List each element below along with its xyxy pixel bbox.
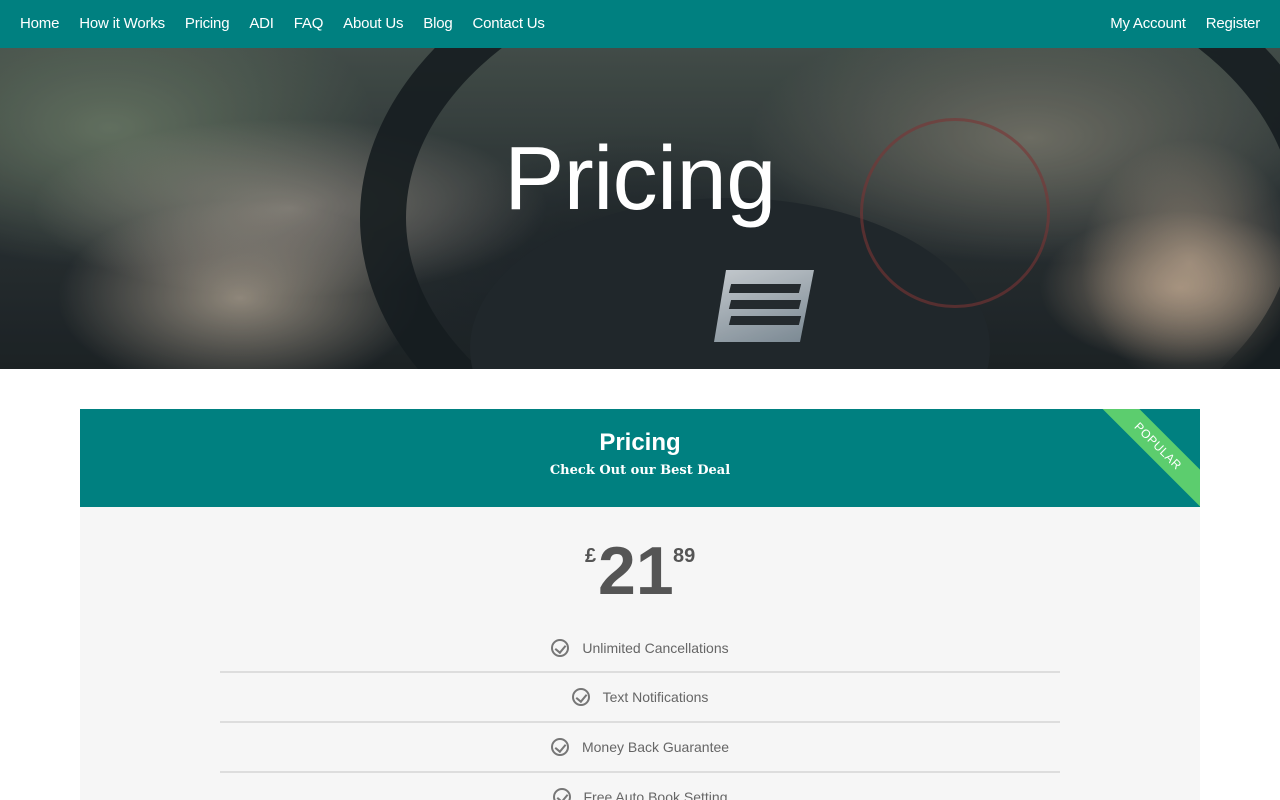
nav-adi-link[interactable]: ADI [249, 0, 274, 48]
feature-item: Free Auto Book Setting [220, 773, 1060, 800]
check-circle-icon [550, 738, 569, 756]
price-currency: £ [585, 545, 597, 567]
register-link[interactable]: Register [1206, 0, 1260, 48]
nav-blog-link[interactable]: Blog [423, 0, 452, 48]
hero-banner: Pricing [0, 48, 1280, 369]
price-display: £ 21 89 [80, 507, 1200, 617]
feature-label: Money Back Guarantee [581, 739, 730, 755]
nav-pricing-link[interactable]: Pricing [185, 0, 230, 48]
my-account-link[interactable]: My Account [1110, 0, 1186, 48]
pricing-card-subtitle: Check Out our Best Deal [549, 463, 731, 478]
main-nav: Home How it Works Pricing ADI FAQ About … [20, 0, 565, 48]
nav-contact-us-link[interactable]: Contact Us [473, 0, 545, 48]
pricing-card: Pricing Check Out our Best Deal POPULAR … [80, 409, 1200, 800]
nav-faq-link[interactable]: FAQ [294, 0, 324, 48]
feature-label: Free Auto Book Setting [583, 789, 728, 800]
check-circle-icon [552, 788, 571, 800]
check-circle-icon [551, 639, 570, 657]
top-navbar: Home How it Works Pricing ADI FAQ About … [0, 0, 1280, 48]
feature-label: Text Notifications [602, 689, 709, 705]
price-cents: 89 [673, 545, 696, 567]
nav-home-link[interactable]: Home [20, 0, 59, 48]
feature-item: Text Notifications [220, 673, 1060, 723]
feature-list: Unlimited Cancellations Text Notificatio… [220, 625, 1060, 800]
pricing-card-header: Pricing Check Out our Best Deal POPULAR [80, 409, 1200, 507]
account-nav: My Account Register [1090, 0, 1260, 48]
feature-item: Unlimited Cancellations [220, 625, 1060, 673]
hero-title: Pricing [504, 129, 776, 229]
price-amount: 21 [598, 533, 674, 609]
check-circle-icon [571, 688, 590, 706]
pricing-card-title: Pricing [599, 429, 681, 456]
nav-about-us-link[interactable]: About Us [343, 0, 403, 48]
nav-how-it-works-link[interactable]: How it Works [79, 0, 165, 48]
feature-label: Unlimited Cancellations [582, 640, 729, 656]
feature-item: Money Back Guarantee [220, 723, 1060, 773]
